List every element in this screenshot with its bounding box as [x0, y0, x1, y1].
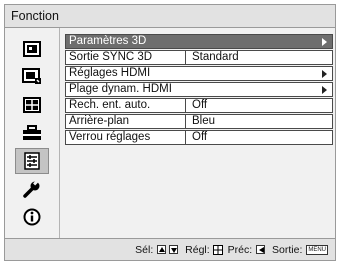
- sidebar-item-input[interactable]: [15, 92, 49, 118]
- settings-window: Fonction Paramètres 3D Sortie SYNC 3D St…: [4, 4, 336, 261]
- exit-hint: Sortie: MENU: [272, 243, 328, 256]
- menu-row-label: Plage dynam. HDMI: [69, 83, 172, 95]
- screen-adjust-icon: [22, 68, 41, 84]
- sidebar-item-installation[interactable]: [15, 176, 49, 202]
- menu-key-icon: MENU: [306, 244, 328, 255]
- menu-row[interactable]: Paramètres 3D: [65, 34, 333, 49]
- enter-key-icon: [212, 244, 223, 255]
- menu-row-label: Rech. ent. auto.: [66, 99, 186, 112]
- menu-row-value: Bleu: [192, 115, 216, 127]
- menu-row-label: Arrière-plan: [66, 115, 186, 128]
- sidebar: [5, 28, 60, 238]
- function-menu-icon: [24, 152, 40, 170]
- menu-row[interactable]: Sortie SYNC 3D Standard: [65, 50, 333, 65]
- menu-row[interactable]: Rech. ent. auto. Off: [65, 98, 333, 113]
- sidebar-item-function[interactable]: [15, 148, 49, 174]
- back-hint: Préc:: [228, 239, 267, 261]
- menu-row-label: Verrou réglages: [66, 131, 186, 144]
- menu-row[interactable]: Réglages HDMI: [65, 66, 333, 81]
- menu-row-value: Off: [192, 131, 208, 143]
- menu-row[interactable]: Verrou réglages Off: [65, 130, 333, 145]
- picture-icon: [23, 41, 41, 57]
- sidebar-item-picture[interactable]: [15, 36, 49, 62]
- menu-row-label: Sortie SYNC 3D: [66, 51, 186, 64]
- window-title: Fonction: [5, 5, 335, 28]
- footer-help-bar: Sél: Régl: Préc: Sortie: MENU: [5, 238, 335, 260]
- info-icon: [23, 208, 41, 226]
- input-setup-icon: [23, 97, 41, 113]
- select-hint: Sél:: [135, 239, 180, 261]
- menu-row-value: Standard: [192, 51, 239, 63]
- sidebar-item-setup[interactable]: [15, 120, 49, 146]
- left-key-icon: [256, 245, 266, 255]
- down-key-icon: [169, 245, 179, 255]
- menu-panel: Paramètres 3D Sortie SYNC 3D Standard Régla…: [60, 28, 335, 238]
- menu-row[interactable]: Plage dynam. HDMI: [65, 82, 333, 97]
- menu-row-label: Paramètres 3D: [69, 35, 147, 47]
- wrench-icon: [23, 180, 40, 198]
- menu-row[interactable]: Arrière-plan Bleu: [65, 114, 333, 129]
- sidebar-item-information[interactable]: [15, 204, 49, 230]
- toolbox-icon: [23, 125, 41, 140]
- menu-row-value: Off: [192, 99, 208, 111]
- sidebar-item-screen[interactable]: [15, 64, 49, 90]
- submenu-arrow-icon: [322, 38, 327, 46]
- submenu-arrow-icon: [322, 70, 327, 78]
- up-key-icon: [157, 245, 167, 255]
- menu-row-label: Réglages HDMI: [69, 67, 151, 79]
- submenu-arrow-icon: [322, 86, 327, 94]
- adjust-hint: Régl:: [185, 239, 223, 261]
